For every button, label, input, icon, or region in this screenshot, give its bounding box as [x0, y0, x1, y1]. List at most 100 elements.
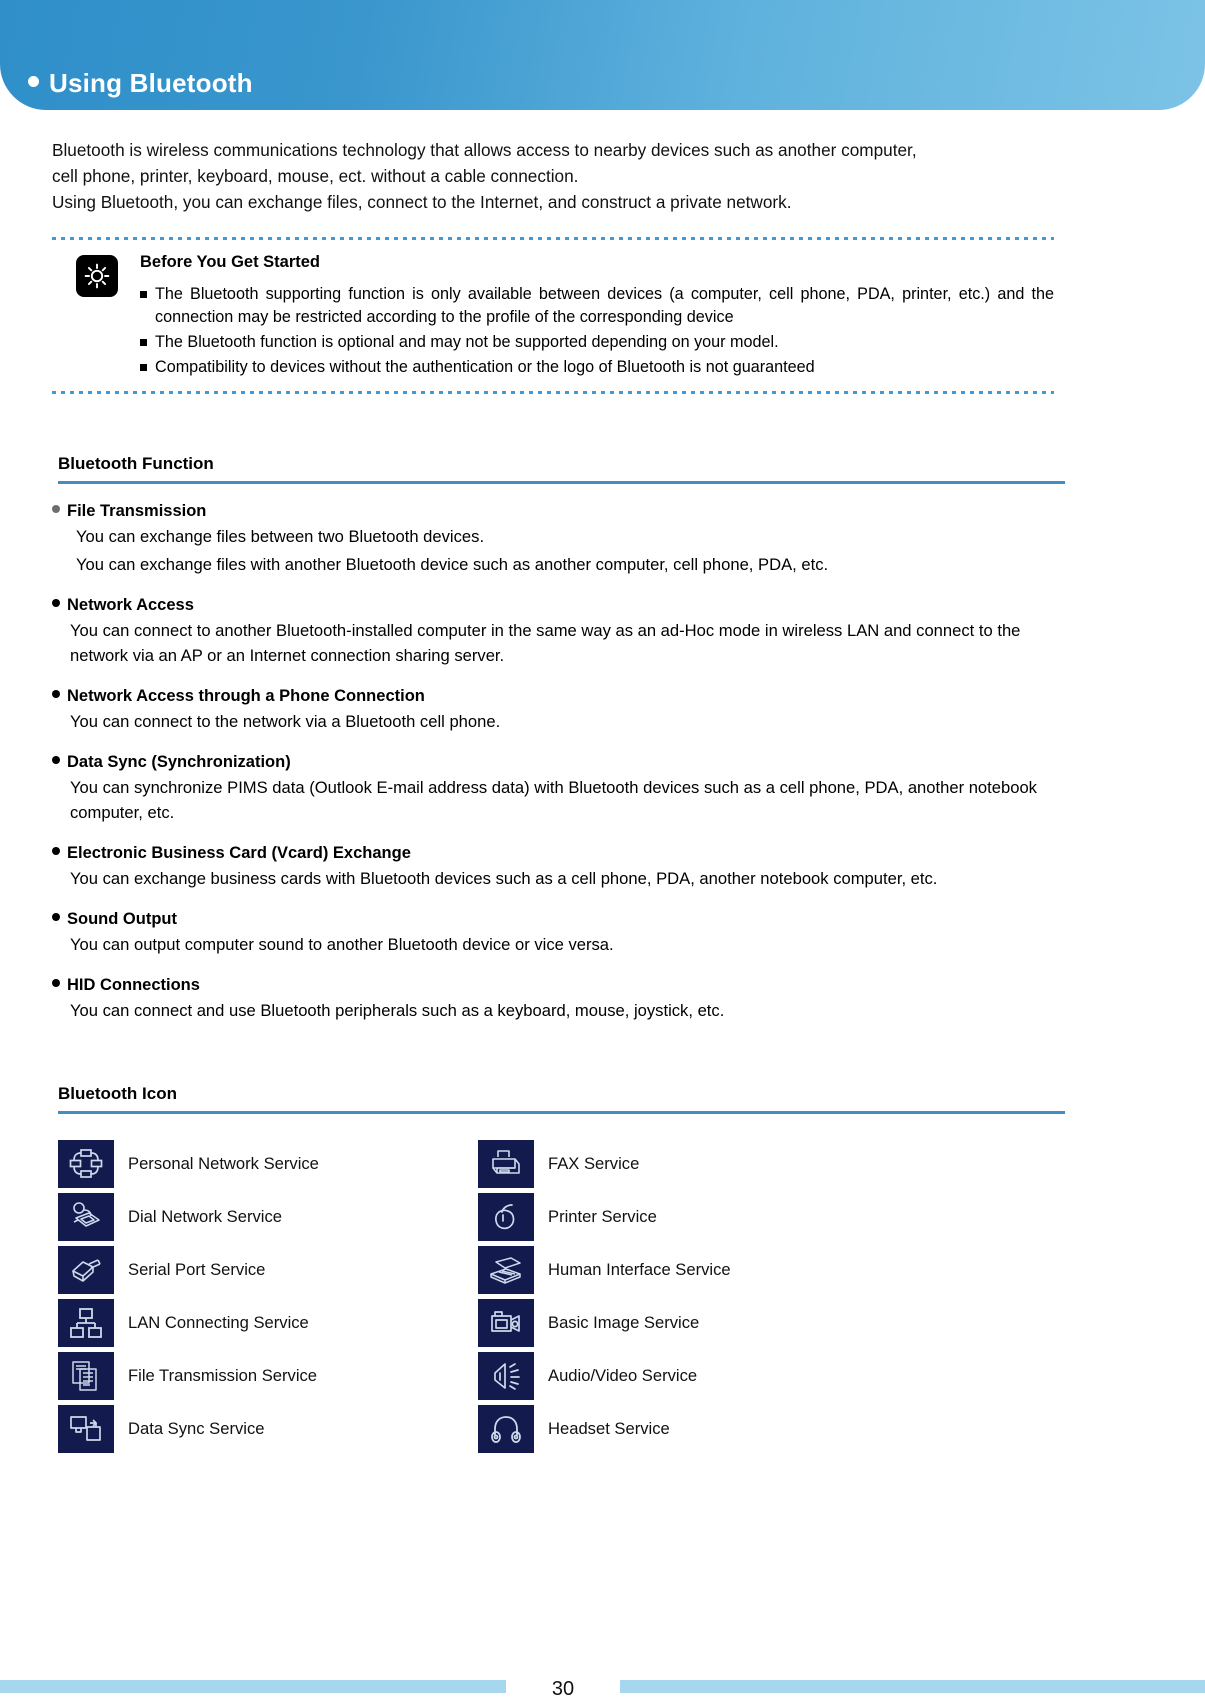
table-row: Personal Network Service	[58, 1137, 478, 1190]
dial-network-icon	[58, 1192, 114, 1241]
callout-item-text: The Bluetooth supporting function is onl…	[155, 285, 1054, 326]
table-row: Audio/Video Service	[478, 1349, 898, 1402]
printer-mouse-icon	[478, 1192, 534, 1241]
table-row: Dial Network Service	[58, 1190, 478, 1243]
callout-title: Before You Get Started	[140, 253, 321, 271]
icon-label: File Transmission Service	[128, 1365, 318, 1385]
icon-label: Audio/Video Service	[548, 1365, 698, 1385]
table-row: Headset Service	[478, 1402, 898, 1455]
square-bullet-icon	[140, 291, 147, 298]
function-body-line: You can exchange files with another Blue…	[76, 555, 829, 574]
page-footer: 30	[0, 1667, 1205, 1701]
bluetooth-function-list: File Transmission You can exchange files…	[0, 502, 1205, 1023]
callout-list-item: Compatibility to devices without the aut…	[140, 356, 1054, 379]
table-row: Human Interface Service	[478, 1243, 898, 1296]
table-row: FAX Service	[478, 1137, 898, 1190]
list-item: Electronic Business Card (Vcard) Exchang…	[0, 844, 1058, 891]
list-item: File Transmission You can exchange files…	[0, 502, 1058, 577]
header-title-group: Using Bluetooth	[28, 70, 253, 96]
icon-label: Serial Port Service	[128, 1259, 266, 1279]
section-heading-bluetooth-function: Bluetooth Function	[58, 454, 214, 473]
intro-paragraph: Bluetooth is wireless communications tec…	[52, 137, 1062, 215]
icon-label: FAX Service	[548, 1153, 640, 1173]
footer-bar-right	[620, 1680, 1205, 1693]
page-header-banner: Using Bluetooth	[0, 0, 1205, 110]
function-title: File Transmission	[67, 502, 207, 520]
intro-line-1: Bluetooth is wireless communications tec…	[52, 140, 917, 160]
table-row: File Transmission Service	[58, 1349, 478, 1402]
function-body-line: You can connect to the network via a Blu…	[70, 712, 501, 731]
section-rule	[58, 1111, 1065, 1114]
function-body-line: You can connect to another Bluetooth-ins…	[70, 621, 1021, 665]
round-bullet-icon	[52, 690, 60, 698]
function-title: Network Access through a Phone Connectio…	[67, 687, 425, 705]
function-title-row: Network Access	[52, 596, 1058, 615]
function-title: HID Connections	[67, 976, 200, 994]
fax-icon	[478, 1139, 534, 1188]
function-title: Sound Output	[67, 910, 177, 928]
function-title-row: Data Sync (Synchronization)	[52, 753, 1058, 772]
personal-network-icon	[58, 1139, 114, 1188]
section-rule	[58, 481, 1065, 484]
icon-label: Human Interface Service	[548, 1259, 731, 1279]
list-item: Sound Output You can output computer sou…	[0, 910, 1058, 957]
list-item: Network Access through a Phone Connectio…	[0, 687, 1058, 734]
round-bullet-icon	[52, 913, 60, 921]
list-item: Network Access You can connect to anothe…	[0, 596, 1058, 668]
list-item: HID Connections You can connect and use …	[0, 976, 1058, 1023]
page-number: 30	[551, 1678, 575, 1700]
bluetooth-icon-table: Personal Network Service FAX Service Dia…	[58, 1137, 1058, 1455]
page-content: Bluetooth is wireless communications tec…	[0, 110, 1205, 1455]
table-row: LAN Connecting Service	[58, 1296, 478, 1349]
serial-port-icon	[58, 1245, 114, 1294]
round-bullet-icon	[52, 599, 60, 607]
round-bullet-icon	[52, 979, 60, 987]
header-bullet-icon	[28, 75, 39, 87]
file-transmission-icon	[58, 1351, 114, 1400]
square-bullet-icon	[140, 364, 147, 371]
icon-label: Data Sync Service	[128, 1418, 265, 1438]
lan-connecting-icon	[58, 1298, 114, 1347]
function-body-line: You can synchronize PIMS data (Outlook E…	[70, 778, 1037, 822]
audio-video-speaker-icon	[478, 1351, 534, 1400]
function-title-row: Network Access through a Phone Connectio…	[52, 687, 1058, 706]
data-sync-icon	[58, 1404, 114, 1453]
icon-label: Printer Service	[548, 1206, 657, 1226]
intro-line-3: Using Bluetooth, you can exchange files,…	[52, 192, 792, 212]
list-item: Data Sync (Synchronization) You can sync…	[0, 753, 1058, 825]
table-row: Serial Port Service	[58, 1243, 478, 1296]
icon-label: Personal Network Service	[128, 1153, 319, 1173]
table-row: Data Sync Service	[58, 1402, 478, 1455]
table-row: Basic Image Service	[478, 1296, 898, 1349]
function-body-line: You can connect and use Bluetooth periph…	[70, 1001, 725, 1020]
callout-text: Before You Get Started The Bluetooth sup…	[140, 253, 1054, 381]
round-bullet-icon	[52, 847, 60, 855]
square-bullet-icon	[140, 339, 147, 346]
function-title-row: Electronic Business Card (Vcard) Exchang…	[52, 844, 1058, 863]
function-body-line: You can exchange files between two Bluet…	[76, 527, 485, 546]
function-title-row: HID Connections	[52, 976, 1058, 995]
icon-label: Headset Service	[548, 1418, 670, 1438]
callout-list-item: The Bluetooth supporting function is onl…	[140, 283, 1054, 329]
callout-item-text: The Bluetooth function is optional and m…	[155, 333, 779, 351]
sun-icon	[76, 255, 118, 297]
intro-line-2: cell phone, printer, keyboard, mouse, ec…	[52, 166, 579, 186]
dotted-divider-bottom	[52, 391, 1054, 394]
round-bullet-icon	[52, 505, 60, 513]
callout-body: Before You Get Started The Bluetooth sup…	[52, 240, 1054, 391]
before-you-get-started-callout: Before You Get Started The Bluetooth sup…	[52, 237, 1054, 394]
callout-list-item: The Bluetooth function is optional and m…	[140, 331, 1054, 354]
function-title-row: Sound Output	[52, 910, 1058, 929]
basic-image-camera-icon	[478, 1298, 534, 1347]
icon-label: Basic Image Service	[548, 1312, 700, 1332]
callout-item-text: Compatibility to devices without the aut…	[155, 358, 815, 376]
function-body-line: You can exchange business cards with Blu…	[70, 869, 938, 888]
manual-page: Using Bluetooth Bluetooth is wireless co…	[0, 0, 1205, 1701]
human-interface-icon	[478, 1245, 534, 1294]
function-title: Network Access	[67, 596, 194, 614]
icon-label: LAN Connecting Service	[128, 1312, 309, 1332]
headset-icon	[478, 1404, 534, 1453]
table-row: Printer Service	[478, 1190, 898, 1243]
